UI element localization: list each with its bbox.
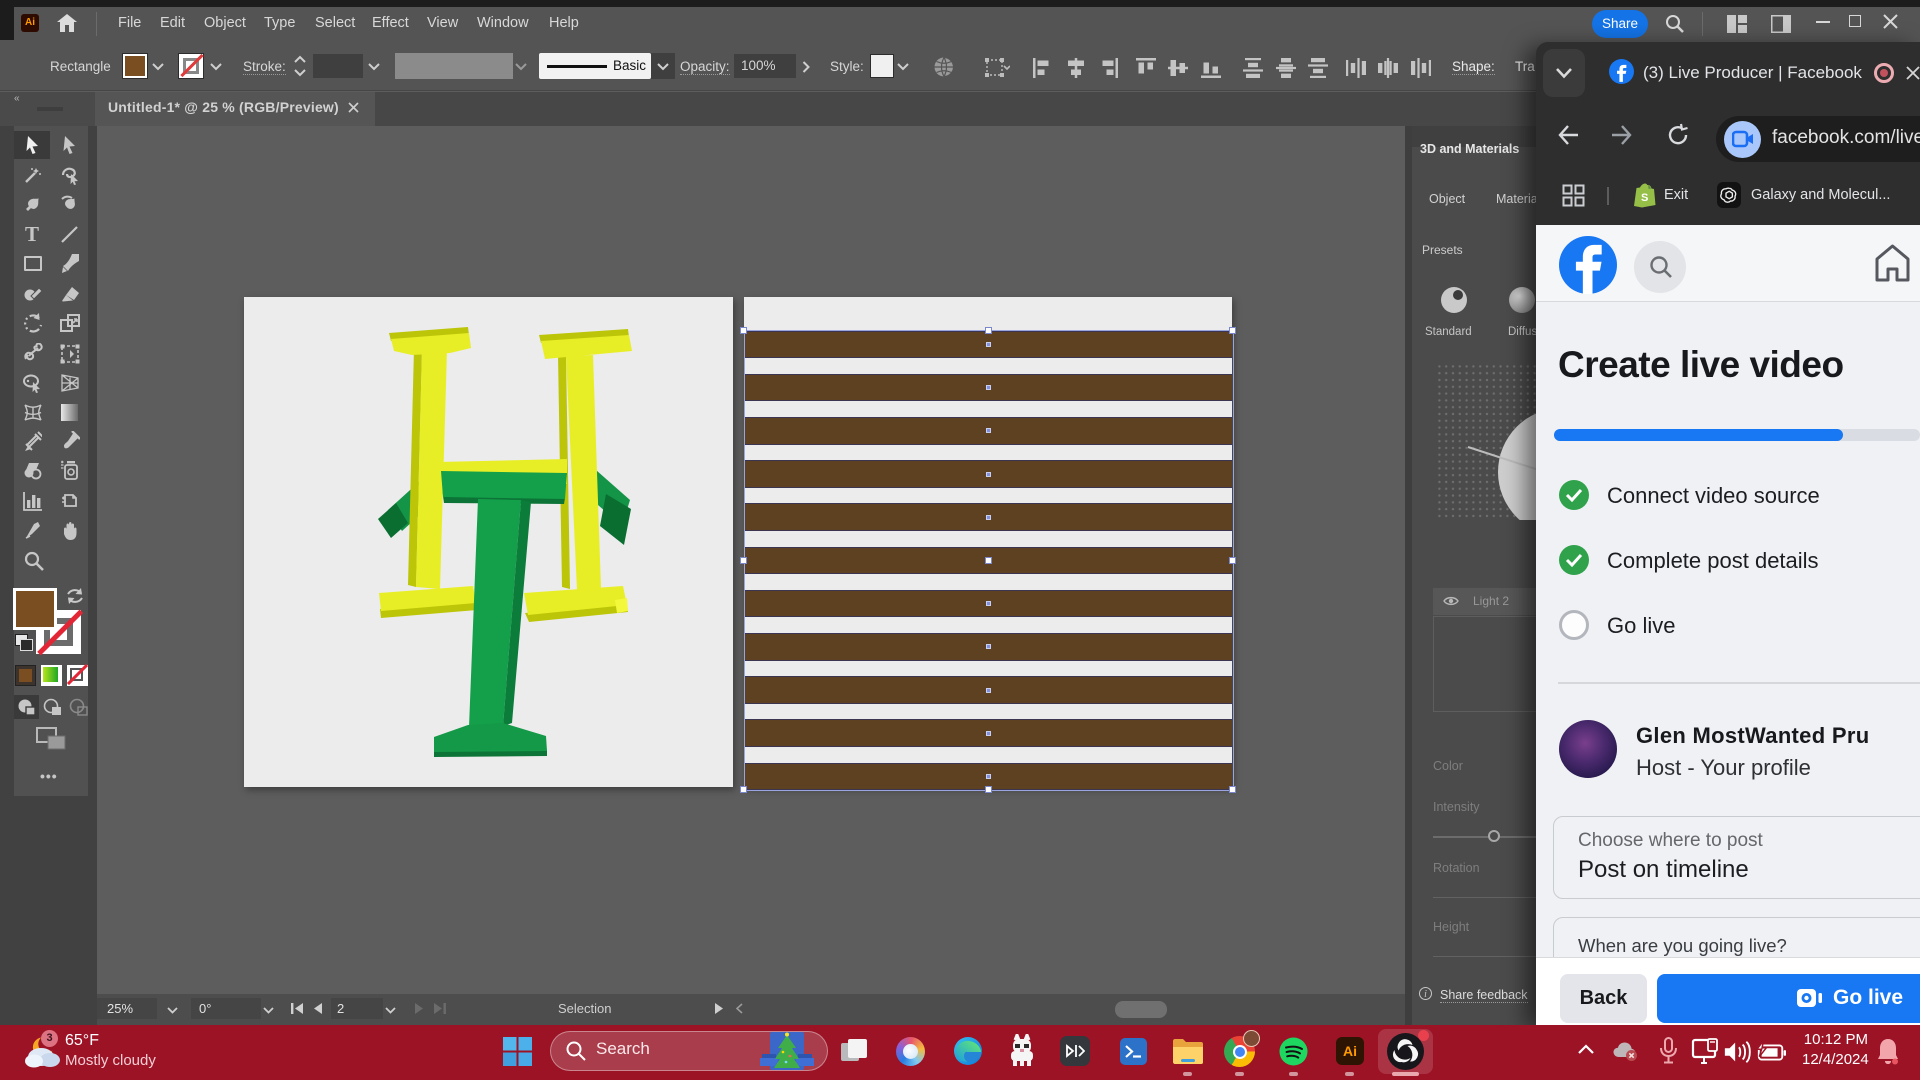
svg-text:S: S (1641, 192, 1648, 204)
